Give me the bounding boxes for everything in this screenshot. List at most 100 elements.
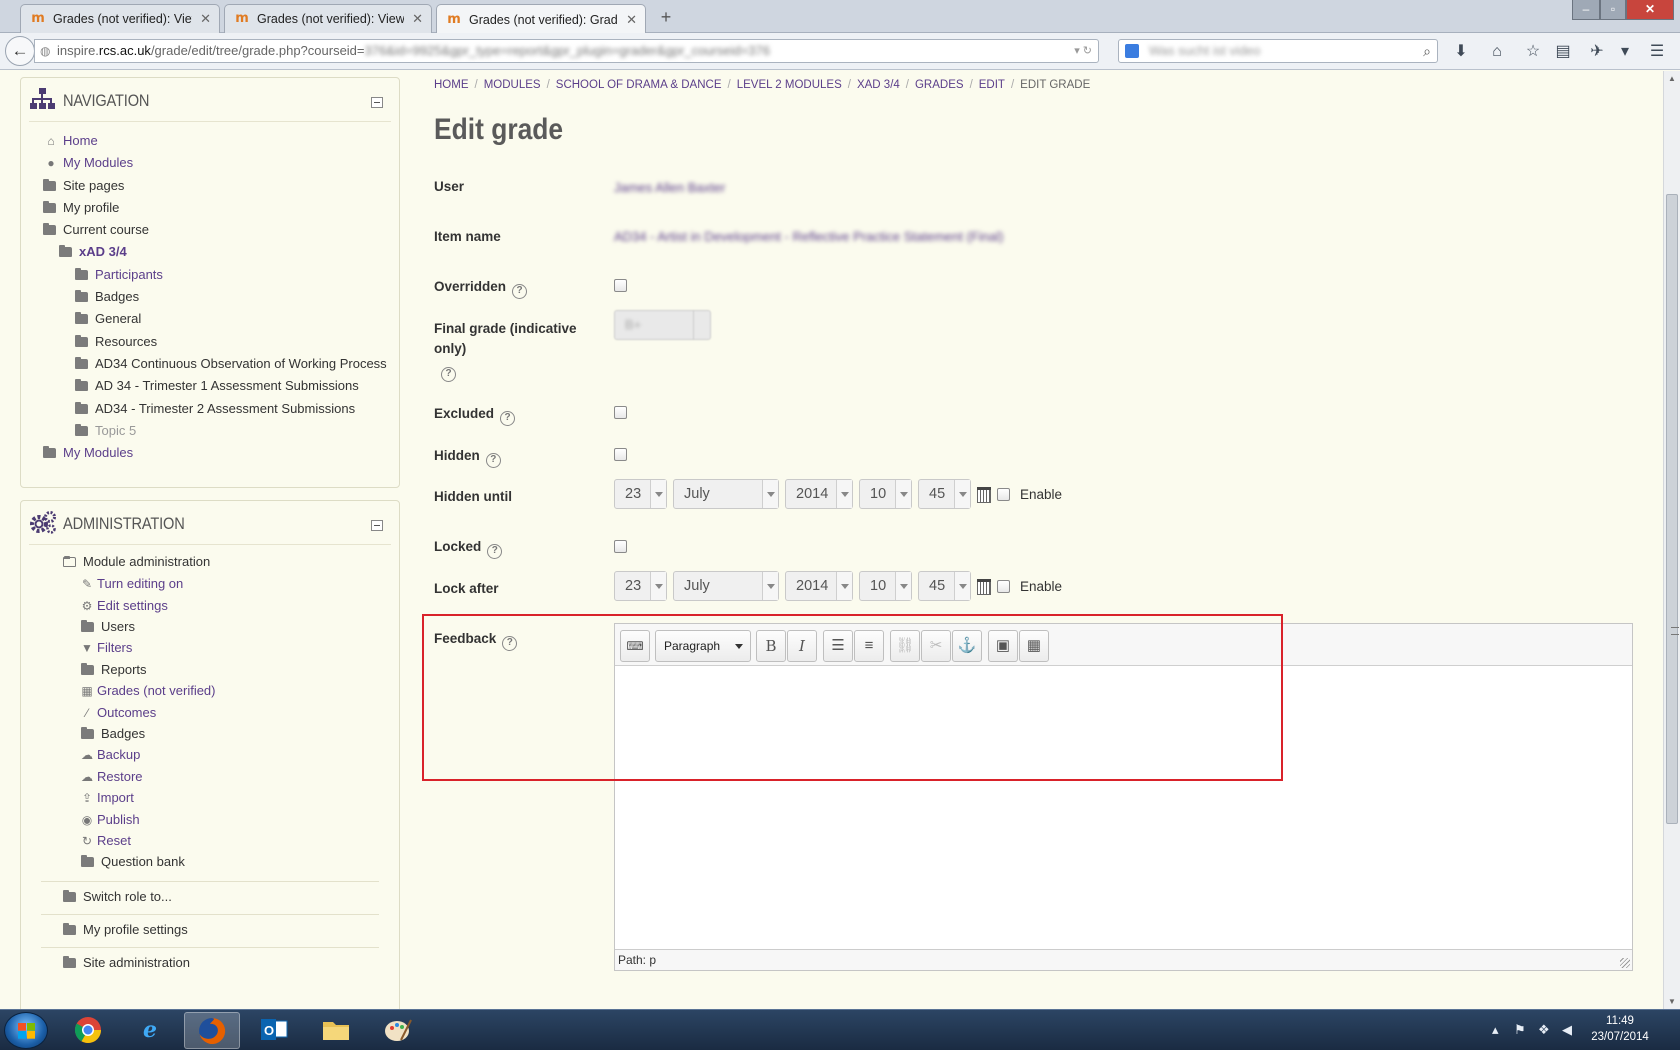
- close-icon[interactable]: ✕: [412, 11, 423, 27]
- collapse-icon[interactable]: [371, 97, 383, 108]
- nav-item[interactable]: Site pages: [21, 175, 399, 197]
- switch-role-node[interactable]: Switch role to...: [21, 886, 399, 910]
- close-icon[interactable]: ✕: [200, 11, 211, 27]
- chrome-app-icon[interactable]: [60, 1012, 116, 1049]
- system-clock[interactable]: 11:49 23/07/2014: [1580, 1013, 1660, 1045]
- module-administration-node[interactable]: Module administration: [21, 551, 399, 573]
- chevron-down-icon[interactable]: ▾: [1614, 41, 1636, 63]
- nav-item[interactable]: xAD 3/4: [21, 241, 399, 263]
- search-input[interactable]: Was sucht ist video ⌕: [1118, 39, 1438, 63]
- nav-item[interactable]: General: [21, 308, 399, 330]
- admin-item[interactable]: Users: [21, 616, 399, 637]
- browser-tab-active[interactable]: m Grades (not verified): Grad... ✕: [436, 4, 646, 34]
- paragraph-format-select[interactable]: Paragraph: [655, 630, 751, 662]
- excluded-checkbox[interactable]: [614, 406, 627, 419]
- window-maximize-button[interactable]: ▫: [1600, 0, 1626, 20]
- anchor-icon[interactable]: ⚓: [952, 630, 982, 662]
- item-name-value[interactable]: AD34 - Artist in Development - Reflectiv…: [614, 229, 1003, 244]
- help-icon[interactable]: ?: [485, 453, 501, 468]
- search-icon[interactable]: ⌕: [1423, 40, 1431, 62]
- volume-icon[interactable]: ◀: [1562, 1022, 1572, 1038]
- year-select[interactable]: 2014: [785, 479, 853, 509]
- downloads-icon[interactable]: ⬇: [1450, 41, 1472, 63]
- nav-item[interactable]: Topic 5: [21, 420, 399, 442]
- breadcrumb-link[interactable]: EDIT: [979, 79, 1005, 91]
- final-grade-select[interactable]: B+: [614, 310, 711, 340]
- link-icon[interactable]: ⛓: [890, 630, 920, 662]
- calendar-icon[interactable]: [977, 579, 991, 595]
- admin-item[interactable]: ☁ Backup: [21, 744, 399, 765]
- file-explorer-icon[interactable]: [308, 1012, 364, 1049]
- admin-item[interactable]: Badges: [21, 723, 399, 744]
- help-icon[interactable]: ?: [512, 284, 528, 299]
- month-select[interactable]: July: [673, 479, 779, 509]
- nav-item[interactable]: Participants: [21, 264, 399, 286]
- day-select[interactable]: 23: [614, 571, 667, 601]
- admin-item[interactable]: ⚙ Edit settings: [21, 595, 399, 616]
- scroll-up-icon[interactable]: ▲: [1668, 74, 1676, 83]
- bullet-list-icon[interactable]: ☰: [823, 630, 853, 662]
- breadcrumb-link[interactable]: MODULES: [484, 79, 541, 91]
- menu-icon[interactable]: ☰: [1646, 41, 1668, 63]
- unlink-icon[interactable]: ✂: [921, 630, 951, 662]
- admin-item[interactable]: ▦ Grades (not verified): [21, 680, 399, 701]
- nav-item[interactable]: ⌂ Home: [21, 130, 399, 152]
- feedback-textarea[interactable]: [615, 666, 1632, 951]
- month-select[interactable]: July: [673, 571, 779, 601]
- address-bar[interactable]: ◍ inspire.rcs.ac.uk/grade/edit/tree/grad…: [34, 39, 1099, 63]
- calendar-icon[interactable]: [977, 487, 991, 503]
- toolbar-toggle-icon[interactable]: ⌨: [620, 630, 650, 662]
- back-button[interactable]: ←: [5, 36, 35, 66]
- browser-tab[interactable]: m Grades (not verified): View ✕: [20, 4, 220, 33]
- reload-icon[interactable]: ▾ ↻: [1074, 40, 1092, 62]
- nav-item[interactable]: AD34 - Trimester 2 Assessment Submission…: [21, 398, 399, 420]
- year-select[interactable]: 2014: [785, 571, 853, 601]
- start-button[interactable]: [4, 1012, 48, 1049]
- breadcrumb-link[interactable]: XAD 3/4: [857, 79, 900, 91]
- help-icon[interactable]: ?: [502, 636, 518, 651]
- nav-item[interactable]: Resources: [21, 331, 399, 353]
- help-icon[interactable]: ?: [487, 544, 503, 559]
- action-center-icon[interactable]: ⚑: [1514, 1022, 1526, 1038]
- insert-media-icon[interactable]: ▦: [1019, 630, 1049, 662]
- help-icon[interactable]: ?: [441, 367, 456, 382]
- internet-explorer-icon[interactable]: e: [122, 1012, 178, 1049]
- admin-item[interactable]: ✎ Turn editing on: [21, 573, 399, 594]
- hidden-checkbox[interactable]: [614, 448, 627, 461]
- user-value[interactable]: James Allen Baxter: [614, 180, 725, 195]
- locked-checkbox[interactable]: [614, 540, 627, 553]
- minute-select[interactable]: 45: [918, 479, 971, 509]
- admin-item[interactable]: ☁ Restore: [21, 766, 399, 787]
- hidden-until-enable-checkbox[interactable]: [997, 487, 1010, 501]
- admin-item[interactable]: ⁄ Outcomes: [21, 702, 399, 723]
- close-icon[interactable]: ✕: [626, 12, 637, 28]
- window-close-button[interactable]: ✕: [1626, 0, 1674, 20]
- admin-item[interactable]: ◉ Publish: [21, 809, 399, 830]
- breadcrumb-link[interactable]: HOME: [434, 79, 469, 91]
- admin-item[interactable]: ▼ Filters: [21, 637, 399, 658]
- window-minimize-button[interactable]: –: [1572, 0, 1600, 20]
- search-engine-icon[interactable]: [1125, 44, 1139, 58]
- lock-after-enable-checkbox[interactable]: [997, 579, 1010, 593]
- help-icon[interactable]: ?: [500, 411, 516, 426]
- overridden-checkbox[interactable]: [614, 279, 627, 292]
- profile-settings-node[interactable]: My profile settings: [21, 919, 399, 943]
- outlook-app-icon[interactable]: O: [246, 1012, 302, 1049]
- show-hidden-icons-icon[interactable]: ▴: [1492, 1022, 1499, 1038]
- firefox-app-icon[interactable]: [184, 1012, 240, 1049]
- bookmarks-list-icon[interactable]: ▤: [1552, 41, 1574, 63]
- nav-item[interactable]: AD34 Continuous Observation of Working P…: [21, 353, 399, 375]
- nav-item[interactable]: Current course: [21, 219, 399, 241]
- new-tab-button[interactable]: +: [654, 6, 678, 28]
- page-scrollbar[interactable]: ▲ ▼: [1663, 71, 1680, 1009]
- nav-item[interactable]: ● My Modules: [21, 152, 399, 174]
- dropbox-icon[interactable]: ❖: [1538, 1022, 1550, 1038]
- paint-app-icon[interactable]: [370, 1012, 426, 1049]
- minute-select[interactable]: 45: [918, 571, 971, 601]
- admin-item[interactable]: ⇪ Import: [21, 787, 399, 808]
- italic-button[interactable]: I: [787, 630, 817, 662]
- site-administration-node[interactable]: Site administration: [21, 952, 399, 976]
- resize-grip-icon[interactable]: [1620, 958, 1630, 968]
- admin-item[interactable]: Question bank: [21, 851, 399, 872]
- day-select[interactable]: 23: [614, 479, 667, 509]
